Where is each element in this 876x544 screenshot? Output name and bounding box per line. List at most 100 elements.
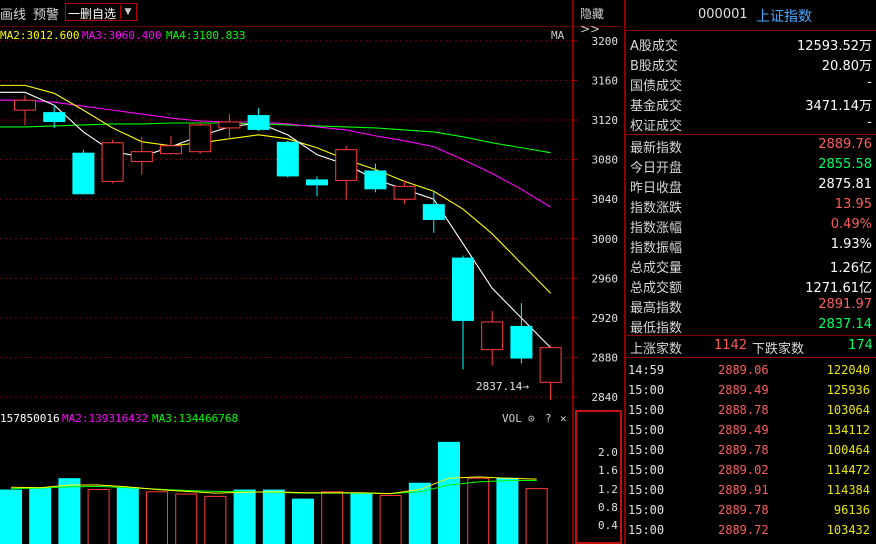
candle-body <box>364 170 387 190</box>
quote-header: 000001 上证指数 <box>626 0 876 31</box>
quote-panel: 000001 上证指数 A股成交 12593.52万 B股成交 20.80万国债成交 -… <box>624 0 876 544</box>
price-tick-label: 3120 <box>592 114 619 127</box>
price-tick-label: 2960 <box>592 272 619 285</box>
trade-volume: 125936 <box>826 383 870 397</box>
stat-value: 12593.52万 <box>796 39 872 54</box>
quote-stat-row: 今日开盘 2855.58 <box>626 155 876 176</box>
settings-icon[interactable]: ⊙ <box>528 412 535 425</box>
candle-body <box>335 149 358 181</box>
stat-label: A股成交 <box>630 39 678 54</box>
volume-bar <box>116 487 139 544</box>
volume-chart[interactable] <box>0 426 572 544</box>
volume-tick-label: 1.6 <box>598 464 618 478</box>
candle-body <box>306 179 328 186</box>
stat-label: 总成交额 <box>630 281 683 296</box>
trade-row: 15:00 2889.02 114472 <box>626 460 876 480</box>
stat-label: 指数涨跌 <box>630 201 683 216</box>
stat-value: 1.26亿 <box>830 261 872 276</box>
draw-line-button[interactable]: 画线 <box>0 4 26 23</box>
trade-row: 15:00 2889.78 100464 <box>626 440 876 460</box>
stat-value: 20.80万 <box>821 59 872 74</box>
trade-time: 15:00 <box>628 483 665 497</box>
quote-stat-row: 指数涨幅 0.49% <box>626 215 876 236</box>
trade-price: 2888.78 <box>718 403 769 417</box>
candle-body <box>422 204 445 220</box>
stat-value: 1.93% <box>830 237 872 252</box>
trade-price: 2889.78 <box>718 503 769 517</box>
volume-bar <box>379 494 402 544</box>
vol-ma3-legend: MA3:134466768 <box>152 412 239 425</box>
volume-bar <box>292 498 314 544</box>
stat-value: 2891.97 <box>818 297 872 312</box>
volume-bar <box>438 441 460 544</box>
price-tick-label: 3160 <box>592 74 619 87</box>
price-chart[interactable]: 3200 3160 3120 3080 3040 3000 2960 2920 2880 2840 <box>0 26 622 410</box>
stat-value: 2855.58 <box>818 157 872 172</box>
price-tick-label: 3040 <box>592 193 619 206</box>
trade-time: 14:59 <box>628 363 665 377</box>
trade-time: 15:00 <box>628 463 665 477</box>
chevron-down-icon[interactable]: ▼ <box>120 5 135 19</box>
volume-bar <box>321 491 344 544</box>
trade-time: 15:00 <box>628 503 665 517</box>
chart-toolbar: 画线 预警 一删自选 ▼ 隐藏>> <box>0 0 622 36</box>
quote-stat-row: 昨日收盘 2875.81 <box>626 175 876 196</box>
candle-body <box>14 99 36 111</box>
close-icon[interactable]: × <box>560 412 567 425</box>
volume-bar <box>525 488 548 544</box>
candle-body <box>481 321 504 351</box>
trade-price: 2889.02 <box>718 463 769 477</box>
stat-label: 最新指数 <box>630 141 683 156</box>
stat-value: 3471.14万 <box>805 99 872 114</box>
volume-stat-row: B股成交 20.80万 <box>626 53 876 74</box>
volume-stat-row: 国债成交 - <box>626 73 876 94</box>
stat-label: 昨日收盘 <box>630 181 683 196</box>
volume-bar <box>29 487 52 544</box>
trade-volume: 103064 <box>826 403 870 417</box>
watchlist-select[interactable]: 一删自选 ▼ <box>65 3 137 21</box>
stat-label: 最高指数 <box>630 301 683 316</box>
trade-volume: 114472 <box>826 463 870 477</box>
stat-label: 指数涨幅 <box>630 221 683 236</box>
trade-time: 15:00 <box>628 423 665 437</box>
quote-stat-row: 最新指数 2889.76 <box>626 135 876 156</box>
candle-body <box>276 141 299 177</box>
candle-body <box>72 152 95 195</box>
volume-bar <box>204 495 227 544</box>
help-icon[interactable]: ? <box>545 412 552 425</box>
volume-bar <box>496 477 519 544</box>
index-name[interactable]: 上证指数 <box>756 6 812 26</box>
decliners-value: 174 <box>848 338 873 353</box>
candle-body <box>218 121 241 129</box>
stat-value: 2837.14 <box>818 317 872 332</box>
price-tick-label: 3000 <box>592 233 619 246</box>
quote-stat-row: 最低指数 2837.14 <box>626 315 876 336</box>
stat-label: B股成交 <box>630 59 678 74</box>
advancers-label: 上涨家数 <box>630 342 683 357</box>
vol-tag: VOL <box>502 412 522 425</box>
quote-stat-row: 指数振幅 1.93% <box>626 235 876 256</box>
candle-body <box>539 347 562 383</box>
ma-green-line <box>0 122 551 154</box>
volume-stat-row: 基金成交 3471.14万 <box>626 93 876 114</box>
price-tick-label: 3080 <box>592 154 619 167</box>
stat-label: 国债成交 <box>630 79 683 94</box>
stat-value: - <box>867 115 872 130</box>
quote-stat-row: 最高指数 2891.97 <box>626 295 876 316</box>
decliners-label: 下跌家数 <box>752 342 805 357</box>
watchlist-select-value: 一删自选 <box>68 7 117 21</box>
candle-body <box>393 185 416 200</box>
stat-value: 2875.81 <box>818 177 872 192</box>
trade-price: 2889.49 <box>718 383 769 397</box>
vol-value-legend: 157850016 <box>0 412 60 425</box>
volume-bar <box>146 491 168 544</box>
price-tick-label: 2920 <box>592 312 619 325</box>
volume-tick-label: 0.4 <box>598 518 618 532</box>
alert-button[interactable]: 预警 <box>33 4 59 23</box>
trade-price: 2889.72 <box>718 523 769 537</box>
volume-stat-row: A股成交 12593.52万 <box>626 33 876 54</box>
trade-time: 15:00 <box>628 403 665 417</box>
divider <box>626 357 876 358</box>
index-code: 000001 <box>698 7 748 22</box>
stat-value: - <box>867 75 872 90</box>
